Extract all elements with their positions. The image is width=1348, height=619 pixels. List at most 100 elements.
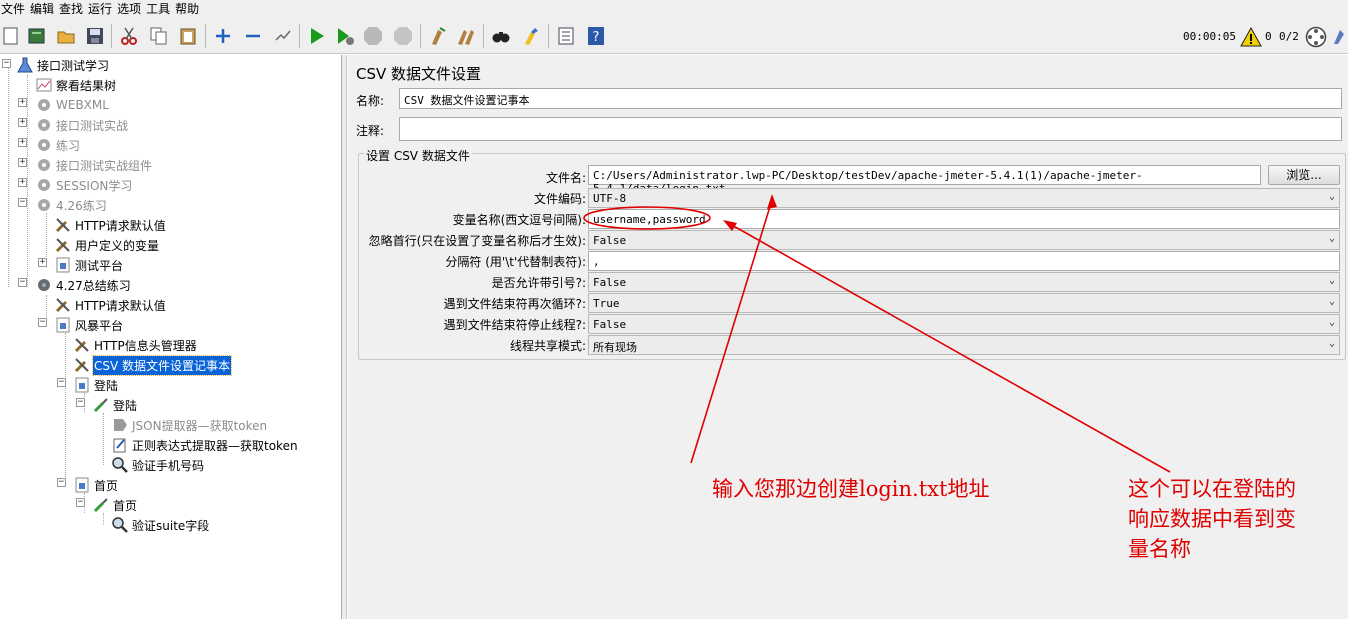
tree-node-http-defaults[interactable]: HTTP请求默认值	[54, 295, 167, 315]
tree-node-assertion[interactable]: 验证手机号码	[111, 455, 205, 475]
menu-run[interactable]: 运行	[87, 1, 116, 17]
tree-node-json-extractor[interactable]: JSON提取器—获取token	[111, 415, 268, 435]
expand-toggle[interactable]: −	[57, 378, 66, 387]
expand-toggle[interactable]: −	[38, 318, 47, 327]
encoding-value: UTF-8	[593, 192, 627, 205]
tree-node-test-plan[interactable]: 接口测试学习	[16, 55, 110, 75]
tree-node-thread-group[interactable]: 4.26练习	[35, 195, 108, 215]
expand-toggle[interactable]: +	[18, 98, 27, 107]
menu-file[interactable]: 文件	[0, 1, 29, 17]
browse-button[interactable]: 浏览...	[1268, 165, 1340, 185]
comment-field[interactable]	[399, 117, 1342, 141]
recycle-eof-value: True	[593, 297, 620, 310]
quoted-data-label: 是否允许带引号?:	[491, 276, 586, 290]
chart-icon	[36, 78, 52, 92]
comment-label: 注释:	[356, 124, 385, 138]
tree-node-thread-group[interactable]: WEBXML	[35, 95, 110, 115]
expand-toggle[interactable]: −	[76, 398, 85, 407]
new-icon[interactable]	[0, 25, 22, 47]
expand-toggle[interactable]: +	[18, 178, 27, 187]
expand-toggle[interactable]: +	[38, 258, 47, 267]
expand-toggle[interactable]: +	[18, 138, 27, 147]
open-icon[interactable]	[55, 25, 77, 47]
tree-node-csv-data-set[interactable]: CSV 数据文件设置记事本	[73, 354, 233, 376]
gear-icon	[38, 279, 50, 291]
gear-icon	[38, 119, 50, 131]
name-field[interactable]: CSV 数据文件设置记事本	[399, 88, 1342, 109]
save-icon[interactable]	[84, 25, 106, 47]
tree-node-thread-group[interactable]: 接口测试实战	[35, 115, 129, 135]
panel-title: CSV 数据文件设置	[356, 65, 482, 83]
tree-node-assertion[interactable]: 验证suite字段	[111, 515, 210, 535]
expand-toggle[interactable]: −	[57, 478, 66, 487]
start-no-pause-icon[interactable]	[334, 25, 356, 47]
stop-icon[interactable]	[362, 25, 384, 47]
delimiter-field[interactable]: ,	[588, 251, 1340, 271]
ignore-first-line-label: 忽略首行(只在设置了变量名称后才生效):	[368, 234, 586, 248]
variable-names-field[interactable]: username,password	[588, 209, 1340, 229]
clear-icon[interactable]	[427, 25, 449, 47]
filename-field[interactable]: C:/Users/Administrator.lwp-PC/Desktop/te…	[588, 165, 1261, 195]
tree-node-controller[interactable]: 风暴平台	[54, 315, 124, 335]
paste-icon[interactable]	[177, 25, 199, 47]
controller-icon	[56, 317, 70, 333]
tree-node-controller[interactable]: 登陆	[73, 375, 119, 395]
annotation-variables-note-line1: 这个可以在登陆的	[1128, 477, 1296, 501]
tree-node-sampler[interactable]: 登陆	[92, 395, 138, 415]
split-pane-divider[interactable]	[342, 55, 347, 619]
function-helper-icon[interactable]	[555, 25, 577, 47]
menu-search[interactable]: 查找	[58, 1, 87, 17]
toggle-icon[interactable]	[272, 25, 294, 47]
help-icon[interactable]: ?	[585, 25, 607, 47]
stop-thread-eof-value: False	[593, 318, 627, 331]
expand-icon[interactable]	[212, 25, 234, 47]
tree-node-controller[interactable]: 测试平台	[54, 255, 124, 275]
recycle-eof-select[interactable]: True ⌄	[588, 293, 1340, 313]
tree-node-view-results[interactable]: 察看结果树	[35, 75, 117, 95]
menu-help[interactable]: 帮助	[174, 1, 203, 17]
tree-node-controller[interactable]: 首页	[73, 475, 119, 495]
copy-icon[interactable]	[148, 25, 170, 47]
warning-icon[interactable]	[1240, 26, 1262, 47]
elapsed-time: 00:00:05	[1183, 30, 1236, 43]
shutdown-icon[interactable]	[392, 25, 414, 47]
tree-node-header-manager[interactable]: HTTP信息头管理器	[73, 335, 198, 355]
expand-toggle[interactable]: +	[18, 158, 27, 167]
menu-edit[interactable]: 编辑	[29, 1, 58, 17]
tree-node-user-variables[interactable]: 用户定义的变量	[54, 235, 160, 255]
quoted-data-select[interactable]: False ⌄	[588, 272, 1340, 292]
tree-node-thread-group[interactable]: 接口测试实战组件	[35, 155, 153, 175]
expand-toggle[interactable]: −	[2, 59, 11, 68]
expand-toggle[interactable]: +	[18, 118, 27, 127]
reset-search-icon[interactable]	[520, 25, 542, 47]
stop-thread-eof-select[interactable]: False ⌄	[588, 314, 1340, 334]
magnifier-icon	[112, 457, 128, 473]
tree-node-regex-extractor[interactable]: 正则表达式提取器—获取token	[111, 435, 299, 455]
collapse-icon[interactable]	[242, 25, 264, 47]
annotation-variables-note-line3: 量名称	[1128, 537, 1191, 561]
expand-toggle[interactable]: −	[18, 278, 27, 287]
sharing-mode-select[interactable]: 所有现场 ⌄	[588, 335, 1340, 355]
expand-toggle[interactable]: −	[18, 198, 27, 207]
chevron-down-icon: ⌄	[1328, 191, 1335, 202]
menu-tools[interactable]: 工具	[145, 1, 174, 17]
log-viewer-icon[interactable]	[1332, 28, 1348, 46]
tree-node-sampler[interactable]: 首页	[92, 495, 138, 515]
tree-node-thread-group[interactable]: 4.27总结练习	[35, 275, 132, 295]
tree-node-http-defaults[interactable]: HTTP请求默认值	[54, 215, 167, 235]
ignore-first-line-select[interactable]: False ⌄	[588, 230, 1340, 250]
menu-options[interactable]: 选项	[116, 1, 145, 17]
tree-node-thread-group[interactable]: SESSION学习	[35, 175, 133, 195]
start-icon[interactable]	[306, 25, 328, 47]
gear-icon	[38, 99, 50, 111]
controller-icon	[75, 477, 89, 493]
expand-toggle[interactable]: −	[76, 498, 85, 507]
encoding-select[interactable]: UTF-8 ⌄	[588, 188, 1340, 208]
controller-icon	[56, 257, 70, 273]
cut-icon[interactable]	[118, 25, 140, 47]
tree-node-thread-group[interactable]: 练习	[35, 135, 81, 155]
gear-icon	[38, 159, 50, 171]
templates-icon[interactable]	[26, 25, 48, 47]
search-icon[interactable]	[490, 25, 512, 47]
clear-all-icon[interactable]	[455, 25, 477, 47]
